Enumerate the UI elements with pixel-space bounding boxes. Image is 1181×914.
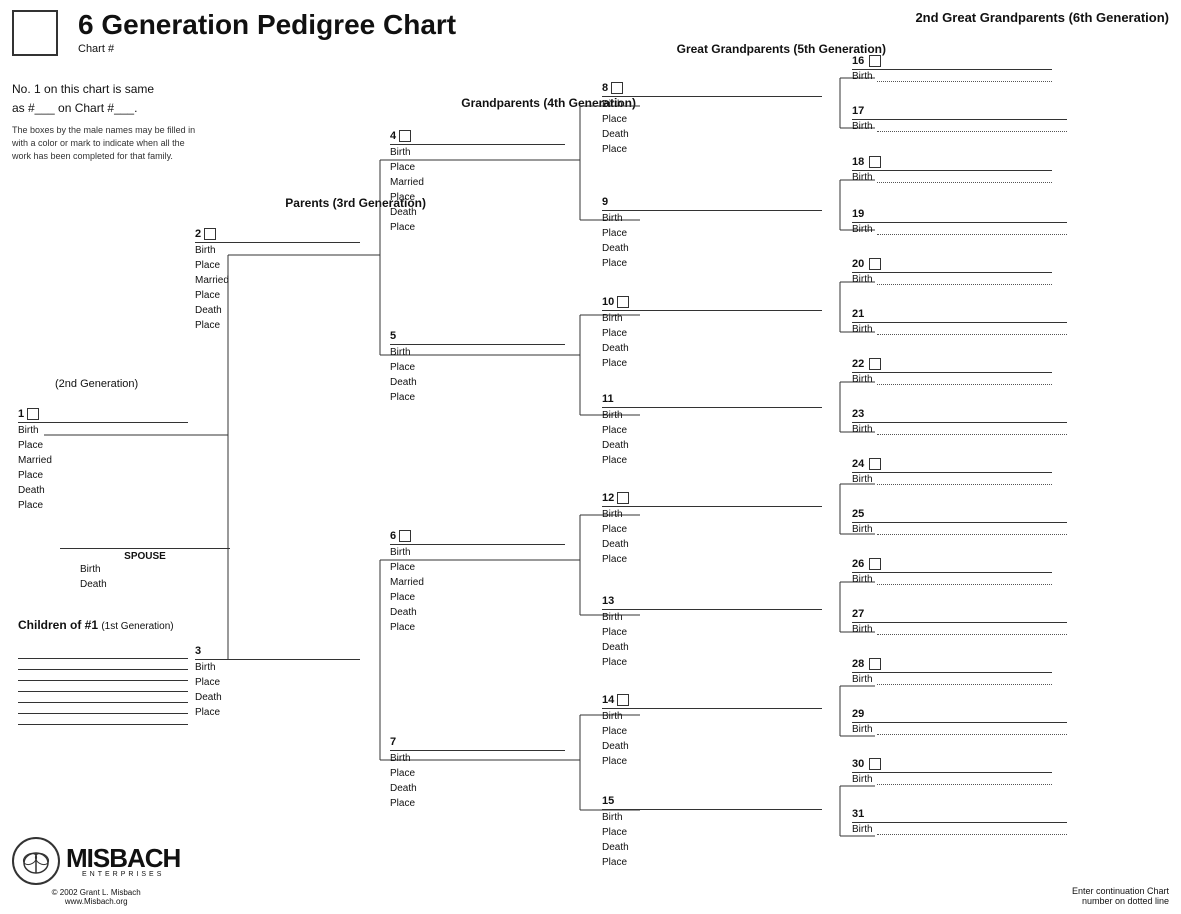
person-15: 15 Birth Place Death Place	[602, 795, 822, 870]
person-10: 10 Birth Place Death Place	[602, 296, 822, 371]
footer-note: Enter continuation Chart number on dotte…	[1072, 886, 1169, 906]
person-22: 22 Birth	[852, 358, 1052, 385]
person-16: 16 Birth	[852, 55, 1052, 82]
person-31: 31 Birth	[852, 808, 1067, 835]
person-4: 4 Birth Place Married Place Death Place	[390, 130, 565, 235]
person-26: 26 Birth	[852, 558, 1052, 585]
person-18: 18 Birth	[852, 156, 1052, 183]
person-17: 17 Birth	[852, 105, 1067, 132]
gen-label-6th: 2nd Great Grandparents (6th Generation)	[915, 10, 1169, 25]
chart-number: Chart #	[78, 43, 1169, 55]
person-27: 27 Birth	[852, 608, 1067, 635]
note-line1: No. 1 on this chart is same	[12, 80, 202, 99]
person-29: 29 Birth	[852, 708, 1067, 735]
logo-block: MISBACH ENTERPRISES © 2002 Grant L. Misb…	[12, 837, 180, 906]
person-28: 28 Birth	[852, 658, 1052, 685]
person-30: 30 Birth	[852, 758, 1052, 785]
person-5: 5 Birth Place Death Place	[390, 330, 565, 405]
chart-box	[12, 10, 58, 56]
person-2: 2 Birth Place Married Place Death Place	[195, 228, 360, 333]
children-lines	[18, 658, 188, 735]
person-20: 20 Birth	[852, 258, 1052, 285]
logo-name: MISBACH	[66, 845, 180, 871]
person-9: 9 Birth Place Death Place	[602, 196, 822, 271]
children-block: Children of #1 (1st Generation)	[18, 618, 174, 632]
gen-label-5th: Great Grandparents (5th Generation)	[677, 42, 886, 56]
person-1-spouse: SPOUSE Birth Death	[60, 548, 230, 592]
logo-website: www.Misbach.org	[12, 897, 180, 906]
gen2-label-small: (2nd Generation)	[55, 378, 138, 390]
person-24: 24 Birth	[852, 458, 1052, 485]
person-14: 14 Birth Place Death Place	[602, 694, 822, 769]
person-13: 13 Birth Place Death Place	[602, 595, 822, 670]
logo-copyright: © 2002 Grant L. Misbach	[12, 888, 180, 897]
person-21: 21 Birth	[852, 308, 1067, 335]
note-line2: as #___ on Chart #___.	[12, 99, 202, 118]
person-1: 1 Birth Place Married Place Death Place	[18, 408, 188, 513]
person-25: 25 Birth	[852, 508, 1067, 535]
person-23: 23 Birth	[852, 408, 1067, 435]
logo-sub: ENTERPRISES	[66, 871, 180, 878]
person-11: 11 Birth Place Death Place	[602, 393, 822, 468]
person-12: 12 Birth Place Death Place	[602, 492, 822, 567]
info-block: No. 1 on this chart is same as #___ on C…	[12, 80, 202, 162]
note-small: The boxes by the male names may be fille…	[12, 124, 202, 162]
person-19: 19 Birth	[852, 208, 1067, 235]
person-6: 6 Birth Place Married Place Death Place	[390, 530, 565, 635]
logo-icon	[18, 843, 54, 879]
person-7: 7 Birth Place Death Place	[390, 736, 565, 811]
page: 6 Generation Pedigree Chart Chart # No. …	[0, 0, 1181, 914]
person-8: 8 Birth Place Death Place	[602, 82, 822, 157]
person-3-num: 3 Birth Place Death Place	[195, 645, 360, 720]
